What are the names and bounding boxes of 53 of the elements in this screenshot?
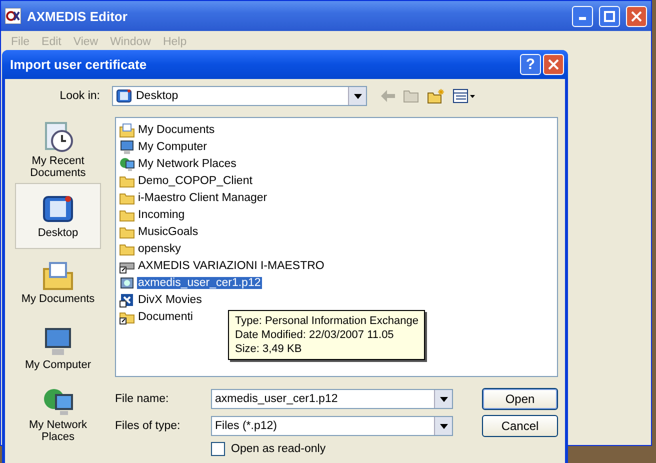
close-button[interactable] — [626, 6, 647, 26]
tooltip-line: Size: 3,49 KB — [235, 342, 303, 356]
places-item[interactable]: Desktop — [15, 183, 101, 249]
dropdown-arrow-icon[interactable] — [440, 424, 448, 428]
computer-icon — [42, 325, 74, 357]
list-entry[interactable]: My Documents — [137, 124, 216, 136]
recent-icon — [42, 121, 74, 153]
file-type-dropdown[interactable]: Files (*.p12) — [211, 416, 453, 436]
list-entry[interactable]: Incoming — [137, 208, 186, 220]
list-entry[interactable]: i-Maestro Client Manager — [137, 192, 268, 204]
file-name-label: File name: — [115, 393, 170, 405]
dialog-title: Import user certificate — [10, 57, 148, 72]
places-item[interactable]: My Documents — [15, 249, 101, 315]
computer-icon — [119, 138, 135, 154]
list-entry[interactable]: MusicGoals — [137, 226, 200, 238]
list-entry[interactable]: My Computer — [137, 140, 208, 152]
list-entry[interactable]: DivX Movies — [137, 294, 203, 306]
dropdown-arrow-icon[interactable] — [440, 396, 448, 402]
list-entry[interactable]: opensky — [137, 242, 182, 254]
file-type-label: Files of type: — [115, 420, 182, 432]
list-entry[interactable]: Demo_COPOP_Client — [137, 174, 254, 186]
window-title: AXMEDIS Editor — [27, 8, 128, 24]
list-entry[interactable]: axmedis_user_cer1.p12 — [137, 276, 262, 288]
dropdown-arrow-icon[interactable] — [354, 94, 362, 98]
tooltip-line: Type: Personal Information Exchange — [235, 314, 418, 328]
maximize-icon — [604, 10, 615, 22]
places-item[interactable]: My Network Places — [15, 381, 101, 447]
network-icon — [119, 156, 135, 172]
file-name-field[interactable]: axmedis_user_cer1.p12 — [211, 389, 453, 409]
places-item[interactable]: My Computer — [15, 315, 101, 381]
minimize-button[interactable] — [572, 6, 593, 26]
close-button[interactable] — [543, 54, 564, 75]
checkbox[interactable] — [211, 442, 225, 456]
list-entry[interactable]: AXMEDIS VARIAZIONI I-MAESTRO — [137, 260, 326, 272]
tooltip-line: Date Modified: 22/03/2007 11.05 — [235, 328, 395, 342]
view-menu-icon[interactable] — [453, 89, 475, 103]
documents-icon — [119, 122, 135, 138]
documents-icon — [42, 259, 74, 291]
cancel-button[interactable]: Cancel — [482, 415, 558, 437]
look-in-label: Look in: — [58, 90, 100, 102]
logo-icon — [5, 8, 21, 24]
look-in-dropdown[interactable]: Desktop — [112, 86, 367, 106]
places-item[interactable]: My Recent Documents — [15, 117, 101, 183]
new-folder-icon[interactable] — [427, 88, 445, 104]
app-shortcut-icon — [119, 292, 135, 308]
list-entry[interactable]: My Network Places — [137, 158, 238, 170]
close-icon — [631, 10, 642, 22]
help-button[interactable]: ? — [520, 54, 541, 75]
open-button[interactable]: Open — [482, 388, 558, 410]
list-entry[interactable]: Documenti — [137, 310, 194, 322]
close-icon — [548, 59, 559, 70]
maximize-button[interactable] — [599, 6, 620, 26]
checkbox-label: Open as read-only — [231, 443, 326, 455]
